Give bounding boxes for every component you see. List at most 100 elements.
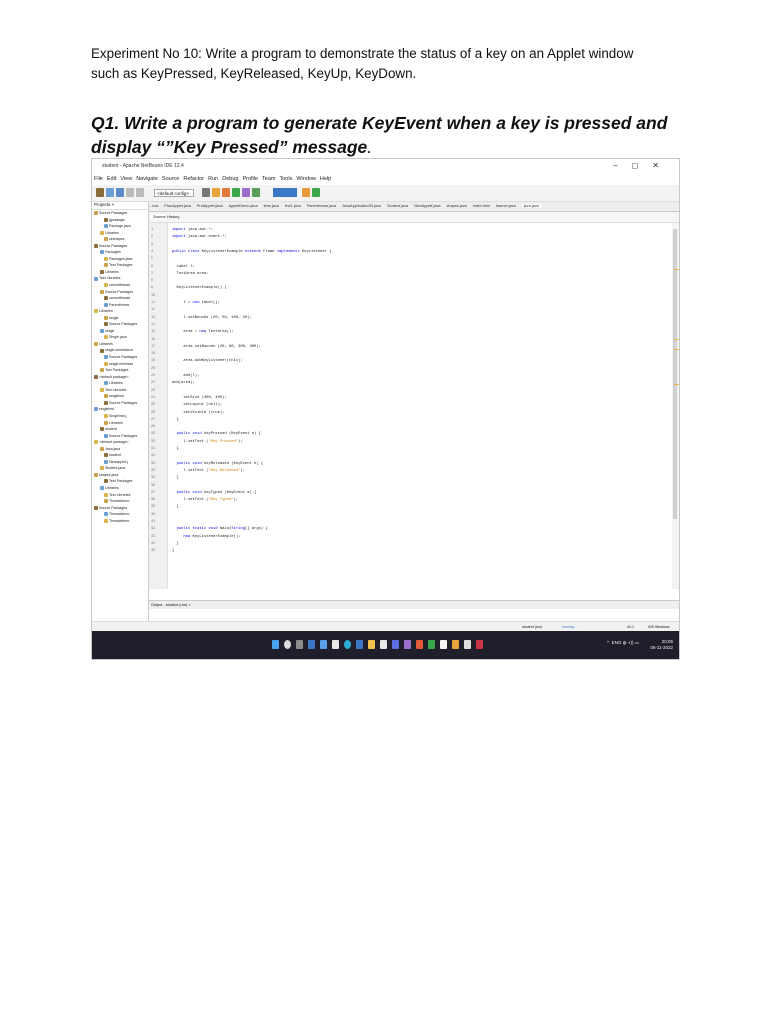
windows-start-icon[interactable]: [272, 640, 279, 649]
menu-item-source[interactable]: Source: [162, 176, 179, 182]
redo-icon[interactable]: [136, 188, 144, 197]
store-icon[interactable]: [356, 640, 363, 649]
editor-tab[interactable]: Parenthrows.java: [307, 204, 336, 208]
output-tab[interactable]: Output - student (run) ×: [149, 600, 679, 609]
app-icon[interactable]: [476, 640, 483, 649]
netbeans-icon[interactable]: [428, 640, 435, 649]
menu-item-window[interactable]: Window: [296, 176, 316, 182]
config-select[interactable]: <default config>: [154, 189, 194, 197]
widgets-icon[interactable]: [308, 640, 315, 649]
warning-mark[interactable]: [674, 269, 679, 270]
line-number: 26: [151, 410, 156, 415]
editor-tab[interactable]: ...ova: [149, 204, 158, 208]
editor-tab[interactable]: AppletDemo.java: [229, 204, 258, 208]
menu-item-debug[interactable]: Debug: [222, 176, 238, 182]
app-icon[interactable]: [452, 640, 459, 649]
project-tree-label: singleinst: [109, 394, 124, 399]
warning-mark[interactable]: [674, 384, 679, 385]
folder-icon: [94, 374, 98, 379]
app-icon[interactable]: [464, 640, 471, 649]
line-number: 3: [151, 242, 154, 247]
clean-build-icon[interactable]: [222, 188, 230, 197]
editor-tab[interactable]: time.java: [264, 204, 279, 208]
menu-item-team[interactable]: Team: [262, 176, 275, 182]
gc-icon[interactable]: [302, 188, 310, 197]
java-icon[interactable]: [416, 640, 423, 649]
editor-tab[interactable]: Student.java: [387, 204, 408, 208]
warning-mark[interactable]: [674, 349, 679, 350]
new-project-icon[interactable]: [96, 188, 104, 197]
editor-tab[interactable]: shapes.java: [447, 204, 467, 208]
warning-mark[interactable]: [674, 339, 679, 340]
edge-icon[interactable]: [344, 640, 351, 649]
memory-graph[interactable]: [273, 188, 297, 197]
editor-tab[interactable]: line1.java: [285, 204, 301, 208]
tab-history[interactable]: History: [167, 214, 179, 219]
menu-item-run[interactable]: Run: [208, 176, 218, 182]
code-line: area.setBounds (20, 80, 300, 300);: [172, 344, 261, 349]
attach-icon[interactable]: [312, 188, 320, 197]
menu-item-file[interactable]: File: [94, 176, 103, 182]
menu-item-view[interactable]: View: [120, 176, 132, 182]
code-line: l = new Label();: [172, 301, 220, 305]
tray-date: 06-11-2022: [650, 645, 673, 650]
projects-header[interactable]: Projects ×: [92, 202, 148, 210]
settings-icon[interactable]: [202, 188, 210, 197]
tray-icons[interactable]: ^ ENG ◍ ◖)) ▭: [607, 640, 639, 646]
tray-lang: ENG: [611, 640, 622, 645]
editor-tab[interactable]: banner.java: [496, 204, 516, 208]
tab-source[interactable]: Source: [151, 214, 168, 219]
file-explorer-icon[interactable]: [332, 640, 339, 649]
menu-item-edit[interactable]: Edit: [107, 176, 116, 182]
app-icon[interactable]: [440, 640, 447, 649]
project-tree-label: single inheritance: [105, 348, 133, 353]
editor-tab[interactable]: PracApplet.java: [164, 204, 191, 208]
profile-icon[interactable]: [252, 188, 260, 197]
chat-icon[interactable]: [320, 640, 327, 649]
folder-icon: [94, 309, 98, 314]
code-line: l.setText ("Key Pressed");: [172, 439, 243, 444]
editor-tab[interactable]: JavaApplication33.java: [342, 204, 381, 208]
editor-tab[interactable]: index.html: [473, 204, 490, 208]
teams-icon[interactable]: [392, 640, 399, 649]
editor-tab[interactable]: ProtApplet.java: [197, 204, 223, 208]
task-view-icon[interactable]: [296, 640, 303, 649]
question-text: Q1. Write a program to generate KeyEvent…: [91, 113, 668, 157]
notepad-icon[interactable]: [380, 640, 387, 649]
line-number: 4: [151, 249, 154, 254]
folder-icon: [104, 381, 108, 386]
menu-bar: File Edit View Navigate Source Refactor Run Deb…: [92, 173, 679, 196]
code-line: }: [172, 447, 179, 451]
folder-icon: [104, 283, 108, 288]
line-number: 35: [151, 476, 156, 481]
menu-item-help[interactable]: Help: [320, 176, 331, 182]
undo-icon[interactable]: [126, 188, 134, 197]
editor-scroll-thumb[interactable]: [673, 229, 677, 519]
build-icon[interactable]: [212, 188, 220, 197]
project-tree-label: Libraries: [105, 230, 119, 235]
save-icon[interactable]: [116, 188, 124, 197]
menu-item-refactor[interactable]: Refactor: [183, 176, 204, 182]
folder-icon: [94, 472, 98, 477]
code-line: add(l);: [172, 374, 200, 378]
visual-studio-icon[interactable]: [404, 640, 411, 649]
run-icon[interactable]: [232, 188, 240, 197]
window-controls[interactable]: –◻✕: [613, 161, 673, 170]
editor-tab[interactable]: java.java: [521, 204, 541, 208]
menu-item-tools[interactable]: Tools: [280, 176, 293, 182]
project-tree-item[interactable]: Threaddemo: [92, 518, 148, 525]
menu-item-navigate[interactable]: Navigate: [136, 176, 158, 182]
folder-icon: [94, 211, 98, 216]
search-icon[interactable]: [284, 640, 291, 649]
open-project-icon[interactable]: [106, 188, 114, 197]
folder-icon[interactable]: [368, 640, 375, 649]
debug-icon[interactable]: [242, 188, 250, 197]
projects-panel: Projects × Source Packages gpsakage Packag…: [92, 202, 149, 622]
tray-clock[interactable]: 20:05 06-11-2022: [650, 639, 673, 651]
code-line: public void keyReleased (KeyEvent e) {: [176, 461, 264, 466]
project-tree-label: Source Packages: [105, 289, 134, 294]
code-editor[interactable]: import java.awt.*; import java.awt.event.…: [168, 223, 672, 589]
menu-item-profile[interactable]: Profile: [242, 176, 258, 182]
line-number: 32: [151, 454, 156, 459]
editor-tab[interactable]: NewApplet.java: [414, 204, 440, 208]
